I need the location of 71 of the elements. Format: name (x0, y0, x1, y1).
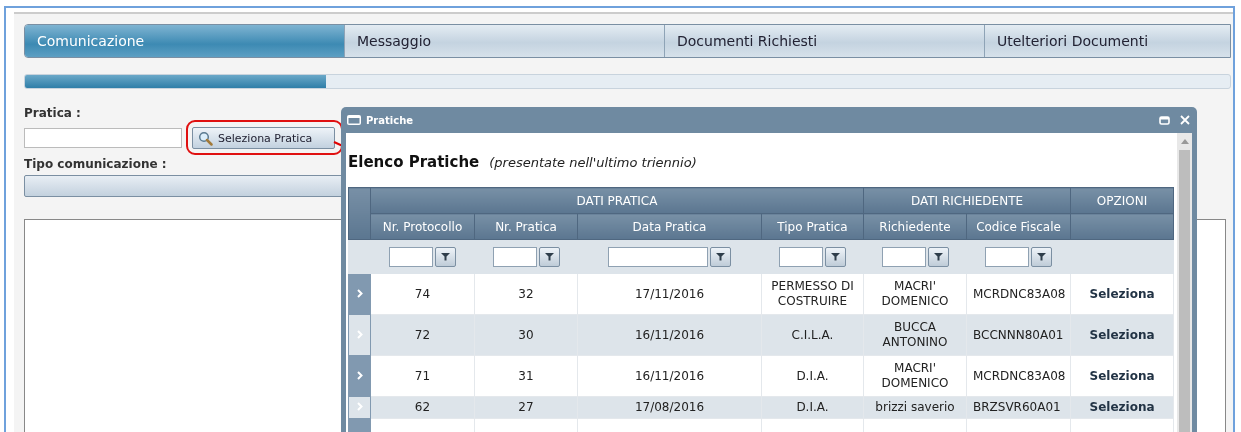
column-header[interactable]: Data Pratica (577, 213, 762, 240)
filter-field[interactable] (779, 246, 823, 267)
wizard-step[interactable]: Comunicazione (25, 25, 344, 57)
wizard-step[interactable]: Documenti Richiesti (664, 25, 984, 57)
funnel-icon (544, 252, 554, 261)
table-cell: 71 (370, 355, 475, 397)
select-button[interactable]: Seleziona Pratica (192, 127, 335, 149)
filter-field[interactable] (985, 246, 1029, 267)
table-cell: 17/11/2016 (577, 273, 762, 315)
chevron-icon (356, 288, 363, 298)
table-cell: 31 (474, 355, 578, 397)
table-cell: MCRDNC83A08 (966, 273, 1071, 315)
filter-field[interactable] (608, 246, 708, 267)
table-cell: BUCCA ANTONINO (863, 314, 967, 356)
group-header: DATI PRATICA (370, 187, 864, 214)
dialog-title: Pratiche (366, 114, 414, 126)
expand-button[interactable] (348, 273, 371, 315)
expand-button[interactable] (348, 314, 371, 356)
chevron-icon (356, 329, 363, 339)
group-header: OPZIONI (1070, 187, 1174, 214)
table-cell: 74 (370, 273, 475, 315)
filter-field[interactable] (389, 246, 433, 267)
column-header[interactable]: Codice Fiscale (966, 213, 1071, 240)
column-header[interactable]: Nr. Protocollo (370, 213, 475, 240)
expand-button[interactable] (348, 396, 371, 419)
window-icon (346, 114, 362, 126)
funnel-icon (1037, 252, 1046, 261)
funnel-icon (831, 252, 840, 261)
table-cell: C.I.L.A. (761, 314, 864, 356)
filter-button[interactable] (1031, 246, 1052, 267)
column-header[interactable]: Richiedente (863, 213, 967, 240)
table-cell: 17/08/2016 (577, 396, 762, 419)
close-icon[interactable] (1180, 115, 1190, 125)
table-cell: MACRI' DOMENICO (863, 355, 967, 397)
table-cell: BCCNNN80A01 (966, 314, 1071, 356)
filter-field[interactable] (881, 246, 926, 267)
list-subheading: (presentate nell'ultimo triennio) (489, 154, 697, 170)
funnel-icon (441, 252, 450, 261)
search-icon (198, 130, 213, 146)
wizard-step[interactable]: Utelteriori Documenti (984, 25, 1230, 57)
column-header[interactable]: Nr. Pratica (474, 213, 578, 240)
table-cell: 30 (474, 314, 578, 356)
field-label: Tipo comunicazione : (24, 157, 167, 171)
table-cell: 16/11/2016 (577, 355, 762, 397)
filter-button[interactable] (710, 246, 731, 267)
group-header: DATI RICHIEDENTE (863, 187, 1071, 214)
chevron-icon (356, 402, 363, 411)
expand-button[interactable] (348, 355, 371, 397)
table-cell: 32 (474, 273, 578, 315)
table-cell: MACRI' DOMENICO (863, 273, 967, 315)
field-label: Pratica : (24, 106, 81, 120)
funnel-icon (933, 252, 943, 261)
column-header[interactable]: Tipo Pratica (761, 213, 864, 240)
chevron-icon (356, 370, 363, 380)
wizard-step[interactable]: Messaggio (344, 25, 664, 57)
maximize-icon[interactable] (1159, 115, 1170, 125)
filter-button[interactable] (538, 246, 560, 267)
table-cell: 72 (370, 314, 475, 356)
input-field[interactable] (24, 127, 182, 148)
scrollbar[interactable] (1177, 133, 1192, 432)
header-cell (348, 187, 371, 240)
funnel-icon (716, 252, 725, 261)
filter-button[interactable] (825, 246, 846, 267)
filter-button[interactable] (927, 246, 949, 267)
filter-button[interactable] (435, 246, 456, 267)
table-cell: MCRDNC83A08 (966, 355, 1071, 397)
table-cell: PERMESSO DI COSTRUIRE (761, 273, 864, 315)
table-cell: D.I.A. (761, 355, 864, 397)
filter-field[interactable] (492, 246, 537, 267)
table-cell: 16/11/2016 (577, 314, 762, 356)
list-heading: Elenco Pratiche (348, 153, 480, 171)
